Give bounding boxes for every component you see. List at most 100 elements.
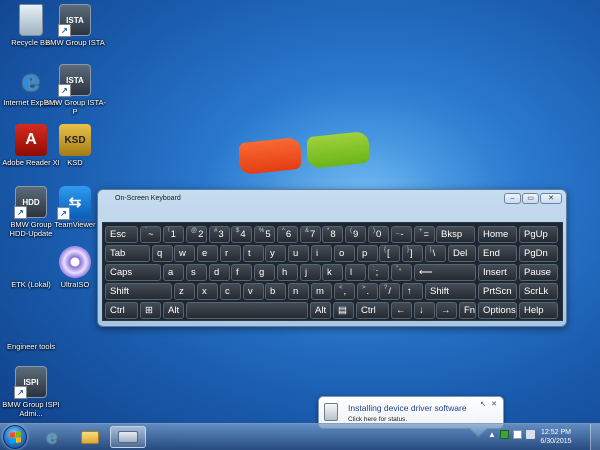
key-e[interactable]: e [197, 245, 218, 262]
key-ctrl[interactable]: Ctrl [105, 302, 138, 319]
key-w[interactable]: w [174, 245, 195, 262]
key-p[interactable]: p [357, 245, 378, 262]
key-g[interactable]: g [254, 264, 275, 281]
key-sym58[interactable]: >. [357, 283, 378, 300]
desktop-icon-label: BMW Group ISTA-P [44, 98, 106, 116]
key-1[interactable]: !1 [163, 226, 184, 243]
key-r[interactable]: r [220, 245, 241, 262]
key-c[interactable]: c [220, 283, 241, 300]
key-home[interactable]: Home [478, 226, 517, 243]
key-sym60[interactable]: ↑ [402, 283, 423, 300]
key-o[interactable]: o [334, 245, 355, 262]
key-t[interactable]: t [243, 245, 264, 262]
key-alt[interactable]: Alt [310, 302, 331, 319]
desktop-icon-ksd[interactable]: KSD KSD [44, 124, 106, 167]
key-8[interactable]: *8 [322, 226, 343, 243]
key-7[interactable]: &7 [300, 226, 321, 243]
key-y[interactable]: y [265, 245, 286, 262]
key-tab[interactable]: Tab [105, 245, 150, 262]
key-l[interactable]: l [345, 264, 366, 281]
device-install-icon[interactable] [499, 430, 509, 439]
key-a[interactable]: a [163, 264, 184, 281]
start-button[interactable] [3, 425, 27, 449]
notification-text[interactable]: Click here for status. [348, 416, 407, 423]
key-scrlk[interactable]: ScrLk [519, 283, 558, 300]
key-z[interactable]: z [174, 283, 195, 300]
key-6[interactable]: ^6 [277, 226, 298, 243]
key-9[interactable]: (9 [345, 226, 366, 243]
key-sym30[interactable]: |\ [425, 245, 446, 262]
key-3[interactable]: #3 [209, 226, 230, 243]
taskbar-on-screen-keyboard[interactable] [110, 426, 146, 448]
key-sym45[interactable]: "' [391, 264, 412, 281]
key-sym73[interactable]: → [436, 302, 457, 319]
key-pause[interactable]: Pause [519, 264, 558, 281]
taskbar-file-explorer[interactable] [72, 426, 108, 448]
key-end[interactable]: End [478, 245, 517, 262]
key-q[interactable]: q [152, 245, 173, 262]
key-v[interactable]: v [243, 283, 264, 300]
key-5[interactable]: %5 [254, 226, 275, 243]
key-f[interactable]: f [231, 264, 252, 281]
key-2[interactable]: @2 [186, 226, 207, 243]
key-sym12[interactable]: _- [391, 226, 412, 243]
key-sym69[interactable]: ▤ [333, 302, 354, 319]
maximize-button[interactable]: ▭ [522, 193, 539, 204]
key-fn[interactable]: Fn [459, 302, 476, 319]
key-alt[interactable]: Alt [163, 302, 184, 319]
minimize-button[interactable]: – [504, 193, 521, 204]
key-j[interactable]: j [300, 264, 321, 281]
key-sym59[interactable]: ?/ [379, 283, 400, 300]
key-help[interactable]: Help [519, 302, 558, 319]
on-screen-keyboard-window[interactable]: On-Screen Keyboard – ▭ ✕ Esc `~ !1 @2 #3 $4 %5… [97, 189, 567, 327]
key-sym44[interactable]: :; [368, 264, 389, 281]
key-bksp[interactable]: Bksp [436, 226, 475, 243]
key-caps[interactable]: Caps [105, 264, 161, 281]
key-h[interactable]: h [277, 264, 298, 281]
key-options[interactable]: Options [478, 302, 517, 319]
notification-close-button[interactable]: ✕ [491, 400, 497, 408]
key-sym1[interactable]: `~ [140, 226, 161, 243]
key-x[interactable]: x [197, 283, 218, 300]
key-4[interactable]: $4 [231, 226, 252, 243]
clock[interactable]: 12:52 PM 6/30/2015 [531, 428, 581, 446]
key-i[interactable]: i [311, 245, 332, 262]
key-pgup[interactable]: PgUp [519, 226, 558, 243]
desktop-icon-bmw-ista[interactable]: ISTABMW Group ISTA [44, 4, 106, 47]
key-pgdn[interactable]: PgDn [519, 245, 558, 262]
key-0[interactable]: )0 [368, 226, 389, 243]
action-center-icon[interactable] [512, 430, 522, 439]
key-n[interactable]: n [288, 283, 309, 300]
key-shift[interactable]: Shift [425, 283, 476, 300]
key-prtscn[interactable]: PrtScn [478, 283, 517, 300]
key-k[interactable]: k [322, 264, 343, 281]
key-sym72[interactable]: ↓ [414, 302, 435, 319]
key-sym13[interactable]: += [414, 226, 435, 243]
key-del[interactable]: Del [448, 245, 476, 262]
key-sym29[interactable]: }] [402, 245, 423, 262]
tray-expand-icon[interactable]: ▲ [488, 430, 496, 439]
show-desktop-button[interactable] [590, 424, 600, 450]
key-shift[interactable]: Shift [105, 283, 172, 300]
key-space[interactable] [186, 302, 308, 319]
key-u[interactable]: u [288, 245, 309, 262]
key-esc[interactable]: Esc [105, 226, 138, 243]
key-sym28[interactable]: {[ [379, 245, 400, 262]
key-m[interactable]: m [311, 283, 332, 300]
taskbar-internet-explorer[interactable]: e [34, 426, 70, 448]
desktop-icon-bmw-ista-p[interactable]: ISTABMW Group ISTA-P [44, 64, 106, 116]
close-button[interactable]: ✕ [540, 193, 562, 204]
key-sym71[interactable]: ← [391, 302, 412, 319]
pin-icon[interactable]: ↖ [480, 400, 486, 408]
key-sym65[interactable]: ⊞ [140, 302, 161, 319]
desktop-icon-engineer-tools[interactable]: Engineer tools [0, 308, 62, 351]
key-sym57[interactable]: <, [334, 283, 355, 300]
key-ctrl[interactable]: Ctrl [356, 302, 389, 319]
key-d[interactable]: d [209, 264, 230, 281]
key-label: 1 [170, 229, 176, 240]
key-s[interactable]: s [186, 264, 207, 281]
desktop-icon-bmw-ispi-admin[interactable]: ISPIBMW Group ISPI Admi... [0, 366, 62, 418]
key-sym46[interactable]: ⟵ [414, 264, 476, 281]
key-b[interactable]: b [265, 283, 286, 300]
key-insert[interactable]: Insert [478, 264, 517, 281]
